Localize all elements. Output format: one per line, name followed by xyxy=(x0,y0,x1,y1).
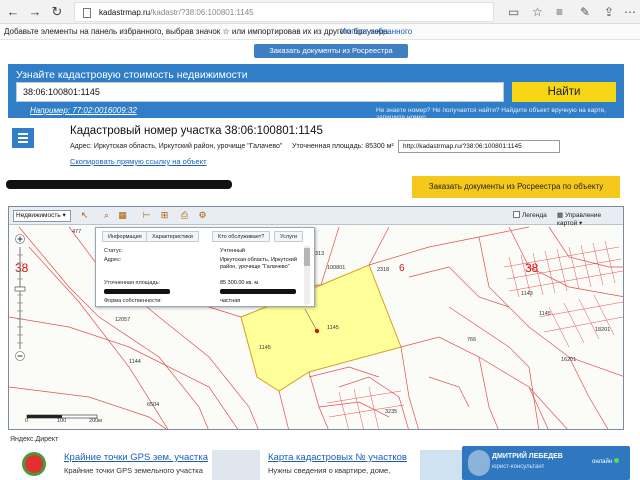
address-bar[interactable]: kadastrmap.ru/kadastr/?38:06:100801:1145 xyxy=(74,2,494,22)
tab-characteristics[interactable]: Характеристики xyxy=(146,231,199,242)
ad-description: Нужны сведения о квартире, доме, xyxy=(268,466,391,475)
find-button[interactable]: Найти xyxy=(512,82,616,102)
favorites-bar: Добавьте элементы на панель избранного, … xyxy=(0,24,640,40)
parcel-label: 1145 xyxy=(327,325,339,331)
refresh-icon[interactable]: ↻ xyxy=(48,4,66,20)
popup-label: Статус: xyxy=(104,248,123,254)
ad-description: Крайние точки GPS земельного участка xyxy=(64,466,203,475)
legend-label: Легенда xyxy=(522,212,547,219)
document-icon xyxy=(12,128,34,148)
consultant-name: ДМИТРИЙ ЛЕБЕДЕВ xyxy=(492,453,563,460)
parcel-label: 3235 xyxy=(385,409,398,415)
map-toolbar: Недвижимость ▾ ↖ ⌕ ▦ ⊢ ⊞ ⎙ ⚙ Легенда ▦ У… xyxy=(9,207,623,227)
measure-icon[interactable]: ⊢ xyxy=(141,210,152,221)
parcel-info-popup: Информация Характеристики Кто обслуживае… xyxy=(95,227,315,307)
gps-pin-icon xyxy=(22,452,46,476)
forward-icon[interactable]: → xyxy=(26,4,44,20)
ad-thumbnail xyxy=(212,450,260,480)
parcel-label: 1144 xyxy=(129,359,141,365)
parcel-label: 12057 xyxy=(115,317,131,323)
ad-title-link[interactable]: Карта кадастровых № участков xyxy=(268,452,407,463)
copy-link[interactable]: Скопировать прямую ссылку на объект xyxy=(70,157,207,166)
favorites-message: Добавьте элементы на панель избранного, … xyxy=(4,27,391,36)
online-dot-icon xyxy=(614,458,620,463)
parcel-label: 6504 xyxy=(147,402,160,408)
cadastral-search-input[interactable]: 38:06:100801:1145 xyxy=(16,82,504,102)
legend-toggle[interactable]: Легенда xyxy=(513,211,547,219)
scale-label: 100 xyxy=(57,418,67,424)
map-control-label: Управление картой xyxy=(557,212,602,227)
tab-who-serves[interactable]: Кто обслуживает? xyxy=(212,231,271,242)
tab-services[interactable]: Услуги xyxy=(274,231,303,242)
online-status: онлайн xyxy=(592,458,620,465)
parcel-label: 766 xyxy=(467,337,477,343)
search-hint: Не знаете номер? Не получается найти? На… xyxy=(376,107,606,121)
hub-icon[interactable]: ≡ xyxy=(556,4,563,20)
parcel-label: 100801 xyxy=(327,265,346,271)
popup-label: Уточненная площадь: xyxy=(104,280,160,286)
parcel-label: 1143 xyxy=(521,291,533,297)
parcel-label: 1145 xyxy=(539,311,551,317)
ad-title-link[interactable]: Крайние точки GPS зем. участка xyxy=(64,452,208,463)
parcel-area: Уточненная площадь: 85300 м² xyxy=(292,143,394,150)
url-host: kadastrmap.ru xyxy=(99,8,151,17)
map-control-menu[interactable]: ▦ Управление картой ▾ xyxy=(557,211,623,227)
parcel-label: 477 xyxy=(72,229,82,235)
popup-label: Форма собственности: xyxy=(104,298,162,304)
popup-scrollbar[interactable] xyxy=(304,246,310,304)
redacted-text xyxy=(220,289,296,294)
settings-icon[interactable]: ⚙ xyxy=(197,210,208,221)
share-icon[interactable]: ⇪ xyxy=(604,4,614,20)
popup-label: Адрес: xyxy=(104,257,122,263)
back-icon[interactable]: ← xyxy=(4,4,22,20)
parcel-label: 1145 xyxy=(259,345,271,351)
area-tool-icon[interactable]: ⊞ xyxy=(159,210,170,221)
layers-icon[interactable]: ▦ xyxy=(117,210,128,221)
browser-toolbar: ← → ↻ kadastrmap.ru/kadastr/?38:06:10080… xyxy=(0,0,640,24)
redacted-text xyxy=(104,289,170,294)
quarter-label: 38 xyxy=(525,261,539,275)
avatar xyxy=(468,450,490,476)
more-icon[interactable]: ⋯ xyxy=(624,4,636,20)
page-title: Кадастровый номер участка 38:06:100801:1… xyxy=(70,125,323,137)
order-by-object-button[interactable]: Заказать документы из Росреестра по объе… xyxy=(412,176,620,198)
cadastral-map[interactable]: Недвижимость ▾ ↖ ⌕ ▦ ⊢ ⊞ ⎙ ⚙ Легенда ▦ У… xyxy=(8,206,624,430)
scale-label: 0 xyxy=(25,418,29,424)
legend-checkbox[interactable] xyxy=(513,211,520,218)
print-icon[interactable]: ⎙ xyxy=(179,210,190,221)
reading-view-icon[interactable]: ▭ xyxy=(508,4,519,20)
redacted-text xyxy=(6,180,232,189)
consultant-role: юрист-консультант xyxy=(492,464,545,470)
url-path: /kadastr/?38:06:100801:1145 xyxy=(150,8,254,17)
popup-value: Учтенный xyxy=(220,248,245,254)
pointer-tool-icon[interactable]: ↖ xyxy=(79,210,90,221)
parcel-url-field[interactable]: http://kadastrmap.ru/?38:06:100801:1145 xyxy=(398,140,560,153)
search-map-icon[interactable]: ⌕ xyxy=(101,210,112,221)
favorite-star-icon[interactable]: ☆ xyxy=(532,4,543,20)
parcel-label: 16201 xyxy=(561,357,577,363)
parcel-label: 18201 xyxy=(595,327,611,333)
search-panel: Узнайте кадастровую стоимость недвижимос… xyxy=(8,64,624,121)
order-documents-button[interactable]: Заказать документы из Росреестра xyxy=(254,44,408,58)
quarter-label: 6 xyxy=(399,263,405,274)
zoom-slider[interactable] xyxy=(13,233,27,363)
popup-value: Иркутская область, Иркутский район, уроч… xyxy=(220,257,297,270)
ads-label: Яндекс.Директ xyxy=(10,436,59,443)
page-icon xyxy=(83,8,91,18)
scale-label: 200м xyxy=(89,418,102,424)
popup-value: 85 300.00 кв. м xyxy=(220,280,259,286)
parcel-address: Адрес: Иркутская область, Иркутский райо… xyxy=(70,143,283,150)
parcel-label: 2318 xyxy=(377,267,390,273)
popup-value: частная xyxy=(220,298,241,304)
layer-select-value: Недвижимость xyxy=(16,212,61,219)
layer-select[interactable]: Недвижимость ▾ xyxy=(13,210,71,222)
search-title: Узнайте кадастровую стоимость недвижимос… xyxy=(16,69,248,81)
tab-information[interactable]: Информация xyxy=(102,231,148,242)
notes-icon[interactable]: ✎ xyxy=(580,4,590,20)
import-favorites-link[interactable]: Импорт избранного xyxy=(340,27,412,36)
parcel-label: 313 xyxy=(315,251,325,257)
search-example-link[interactable]: Например: 77:02:0016009:32 xyxy=(30,106,137,115)
chat-widget[interactable]: ДМИТРИЙ ЛЕБЕДЕВ юрист-консультант онлайн xyxy=(462,446,630,480)
